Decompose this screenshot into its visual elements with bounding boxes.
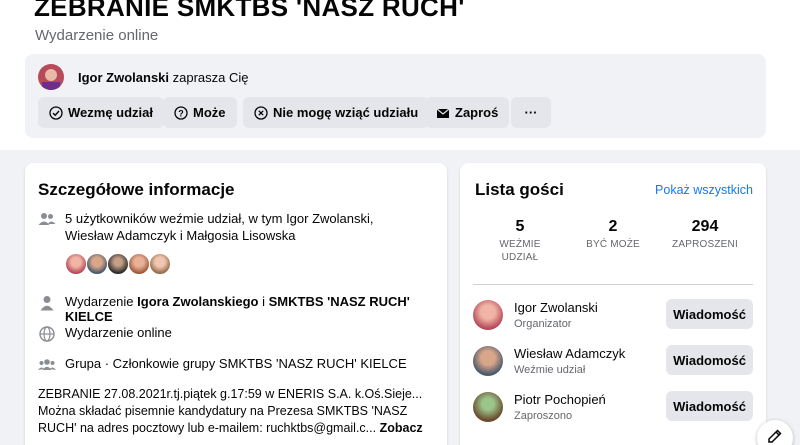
message-button[interactable]: Wiadomość <box>666 299 753 329</box>
stat-invited-label: ZAPROSZENI <box>672 239 738 250</box>
guest-avatar[interactable] <box>473 392 503 422</box>
details-heading: Szczegółowe informacje <box>38 180 235 199</box>
guest-role: Zaproszono <box>514 410 573 422</box>
online-row: Wydarzenie online <box>38 325 172 343</box>
group-text: Grupa · Członkowie grupy SMKTBS 'NASZ RU… <box>65 356 407 371</box>
details-card: Szczegółowe informacje 5 użytkowników we… <box>25 163 447 445</box>
compose-icon <box>767 428 783 445</box>
host-name[interactable]: Igor Zwolanski <box>78 70 169 85</box>
attendee-avatar[interactable] <box>65 253 87 275</box>
stat-going-label: WEŹMIE UDZIAŁ <box>499 239 541 263</box>
attending-row: 5 użytkowników weźmie udział, w tym Igor… <box>38 210 438 244</box>
group-icon <box>38 356 56 374</box>
stat-maybe-value: 2 <box>608 218 618 235</box>
event-header: ZEBRANIE SMKTBS 'NASZ RUCH' Wydarzenie o… <box>0 0 800 150</box>
guest-row: Igor Zwolanski Organizator Wiadomość <box>473 298 753 332</box>
attendee-avatar[interactable] <box>107 253 129 275</box>
check-circle-icon <box>49 105 63 120</box>
going-label: Wezmę udział <box>68 105 154 120</box>
invite-button[interactable]: Zaproś <box>425 97 510 128</box>
guest-role: Organizator <box>514 318 572 330</box>
maybe-button[interactable]: ? Może <box>163 97 237 128</box>
guest-role: Weźmie udział <box>514 364 586 376</box>
cant-go-button[interactable]: Nie mogę wziąć udziału <box>243 97 430 128</box>
person-icon <box>38 294 56 312</box>
invite-label: Zaproś <box>455 105 499 120</box>
host-invite-text: Igor Zwolanski zaprasza Cię <box>78 70 249 85</box>
online-text: Wydarzenie online <box>65 325 172 340</box>
organizer-row: Wydarzenie Igora Zwolanskiego i SMKTBS '… <box>38 294 447 324</box>
see-all-link[interactable]: Pokaż wszystkich <box>655 183 753 197</box>
event-description: ZEBRANIE 27.08.2021r.tj.piątek g.17:59 w… <box>38 386 438 437</box>
stat-maybe-label: BYĆ MOŻE <box>586 239 640 250</box>
organizer-join: i <box>258 294 269 309</box>
maybe-label: Może <box>193 105 226 120</box>
host-invite-card: Igor Zwolanski zaprasza Cię Wezmę udział… <box>25 54 766 138</box>
event-title: ZEBRANIE SMKTBS 'NASZ RUCH' <box>34 0 465 22</box>
guest-list-card: Lista gości Pokaż wszystkich 5 WEŹMIE UD… <box>460 163 766 445</box>
guest-name[interactable]: Piotr Pochopień <box>514 392 606 407</box>
host-invite-suffix: zaprasza Cię <box>172 70 249 85</box>
group-row: Grupa · Członkowie grupy SMKTBS 'NASZ RU… <box>38 356 407 374</box>
message-button[interactable]: Wiadomość <box>666 345 753 375</box>
attendee-avatar[interactable] <box>86 253 108 275</box>
more-options-button[interactable]: ··· <box>511 97 551 128</box>
cant-go-label: Nie mogę wziąć udziału <box>273 105 419 120</box>
envelope-icon <box>436 106 450 120</box>
svg-text:?: ? <box>178 108 184 118</box>
x-circle-icon <box>254 105 268 120</box>
guest-list-heading: Lista gości <box>475 180 564 199</box>
message-button[interactable]: Wiadomość <box>666 391 753 421</box>
more-icon: ··· <box>524 105 538 120</box>
compose-button[interactable] <box>757 420 793 445</box>
stat-going[interactable]: 5 WEŹMIE UDZIAŁ <box>480 218 560 264</box>
guest-avatar[interactable] <box>473 346 503 376</box>
attendee-avatar[interactable] <box>149 253 171 275</box>
guest-row: Wiesław Adamczyk Weźmie udział Wiadomość <box>473 344 753 378</box>
attendee-avatars[interactable] <box>65 253 171 275</box>
organizer-name-link[interactable]: Igora Zwolanskiego <box>137 294 258 309</box>
stat-going-value: 5 <box>515 218 525 235</box>
see-more-link[interactable]: Zobacz <box>380 421 423 435</box>
guest-avatar[interactable] <box>473 300 503 330</box>
guest-name[interactable]: Wiesław Adamczyk <box>514 346 625 361</box>
guest-row: Piotr Pochopień Zaproszono Wiadomość <box>473 390 753 424</box>
organizer-prefix: Wydarzenie <box>65 294 138 309</box>
attending-text: 5 użytkowników weźmie udział, w tym Igor… <box>65 211 374 243</box>
attendee-avatar[interactable] <box>128 253 150 275</box>
organizer-text: Wydarzenie Igora Zwolanskiego i SMKTBS '… <box>65 294 447 324</box>
stat-maybe[interactable]: 2 BYĆ MOŻE <box>573 218 653 251</box>
going-button[interactable]: Wezmę udział <box>38 97 165 128</box>
description-text: ZEBRANIE 27.08.2021r.tj.piątek g.17:59 w… <box>38 387 423 435</box>
people-icon <box>38 210 56 228</box>
guest-divider <box>473 284 753 285</box>
stat-invited[interactable]: 294 ZAPROSZENI <box>665 218 745 251</box>
host-avatar[interactable] <box>38 64 64 90</box>
globe-icon <box>38 325 56 343</box>
stat-invited-value: 294 <box>691 218 719 235</box>
question-circle-icon: ? <box>174 105 188 120</box>
event-subtitle: Wydarzenie online <box>35 27 159 44</box>
guest-name[interactable]: Igor Zwolanski <box>514 300 598 315</box>
